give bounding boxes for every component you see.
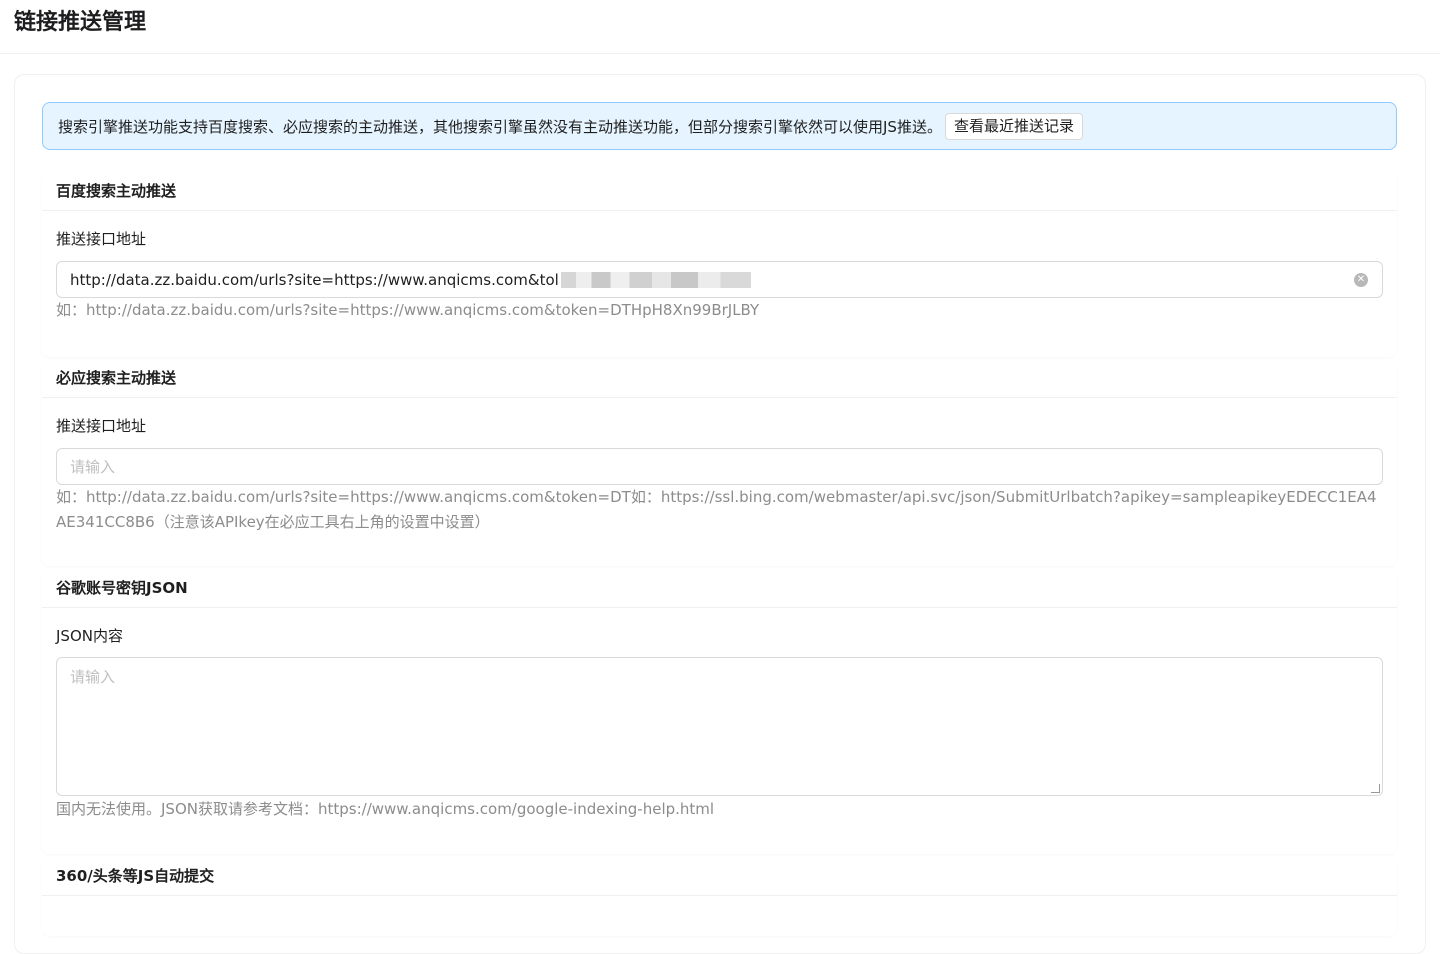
page-title: 链接推送管理: [14, 10, 147, 35]
bing-push-section: 必应搜索主动推送 推送接口地址 请输入 如：http://data.zz.bai…: [42, 358, 1397, 566]
section-header: 360/头条等JS自动提交: [42, 856, 1397, 896]
section-title: 百度搜索主动推送: [56, 182, 177, 200]
section-title: 必应搜索主动推送: [56, 369, 177, 387]
help-text: 国内无法使用。JSON获取请参考文档：https://www.anqicms.c…: [56, 800, 715, 818]
resize-handle[interactable]: [1371, 784, 1380, 793]
section-header: 百度搜索主动推送: [42, 171, 1397, 211]
alert-text: 搜索引擎推送功能支持百度搜索、必应搜索的主动推送，其他搜索引擎虽然没有主动推送功…: [58, 117, 942, 136]
google-json-section: 谷歌账号密钥JSON JSON内容 请输入 国内无法使用。JSON获取请参考文档…: [42, 568, 1397, 854]
bing-push-url-input[interactable]: 请输入: [56, 448, 1383, 485]
redacted-token: [560, 271, 751, 288]
baidu-push-url-input[interactable]: http://data.zz.baidu.com/urls?site=https…: [56, 261, 1383, 298]
input-value: http://data.zz.baidu.com/urls?site=https…: [70, 270, 559, 289]
input-placeholder: 请输入: [70, 458, 116, 476]
baidu-push-section: 百度搜索主动推送 推送接口地址 http://data.zz.baidu.com…: [42, 171, 1397, 357]
section-header: 谷歌账号密钥JSON: [42, 568, 1397, 608]
section-header: 必应搜索主动推送: [42, 358, 1397, 398]
section-title: 360/头条等JS自动提交: [56, 867, 215, 885]
help-text: 如：http://data.zz.baidu.com/urls?site=htt…: [56, 488, 1377, 531]
help-text: 如：http://data.zz.baidu.com/urls?site=htt…: [56, 301, 760, 319]
page-header: 链接推送管理: [0, 0, 1440, 54]
clear-icon[interactable]: ✕: [1354, 273, 1368, 287]
field-label: 推送接口地址: [56, 230, 147, 248]
info-alert: 搜索引擎推送功能支持百度搜索、必应搜索的主动推送，其他搜索引擎虽然没有主动推送功…: [42, 102, 1397, 150]
view-push-log-button[interactable]: 查看最近推送记录: [944, 112, 1083, 140]
js-push-section: 360/头条等JS自动提交: [42, 856, 1397, 936]
field-label: JSON内容: [56, 627, 123, 645]
field-label: 推送接口地址: [56, 417, 147, 435]
section-title: 谷歌账号密钥JSON: [56, 579, 188, 597]
google-json-textarea[interactable]: 请输入: [56, 657, 1383, 796]
textarea-placeholder: 请输入: [70, 668, 116, 686]
